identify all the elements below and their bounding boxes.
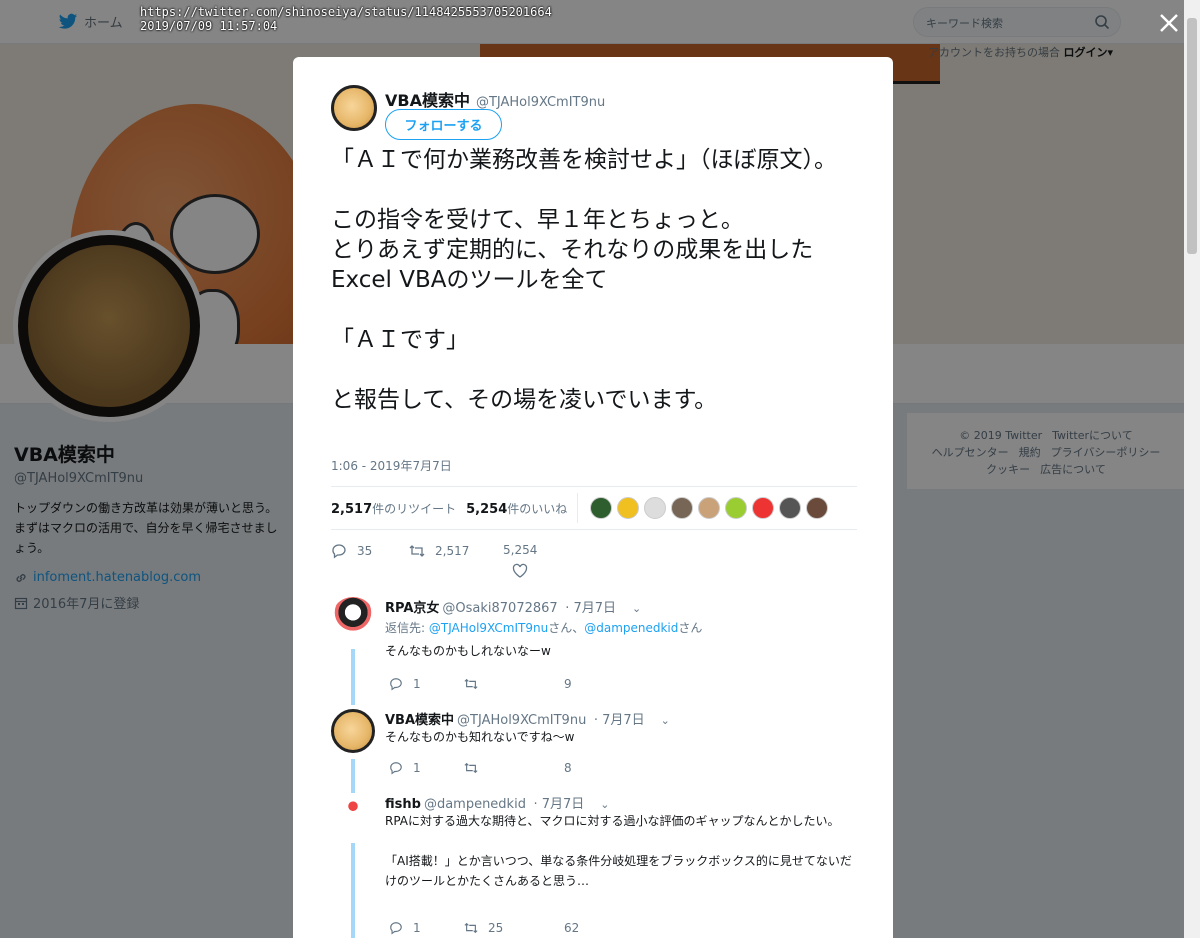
tweet-author-name[interactable]: VBA模索中 xyxy=(385,91,470,110)
chevron-down-icon[interactable]: ⌄ xyxy=(661,714,670,727)
like-count: 8 xyxy=(564,761,572,775)
reply-date[interactable]: · 7月7日 xyxy=(594,713,645,728)
reply-to-mention[interactable]: @TJAHol9XCmIT9nu xyxy=(429,621,548,635)
reply-to-prefix: 返信先: xyxy=(385,621,429,635)
likes-label: 件のいいね xyxy=(507,501,568,516)
reply-count: 35 xyxy=(357,544,373,558)
liker-avatar[interactable] xyxy=(806,497,829,519)
scrollbar-thumb[interactable] xyxy=(1187,18,1197,254)
reply-author-avatar[interactable] xyxy=(331,709,375,753)
tweet-stats: 2,517件のリツイート 5,254件のいいね xyxy=(331,486,857,530)
retweets-count: 2,517 xyxy=(331,501,373,517)
likes-stat[interactable]: 5,254件のいいね xyxy=(466,500,567,517)
retweets-stat[interactable]: 2,517件のリツイート xyxy=(331,500,456,517)
reply-author-name[interactable]: fishb xyxy=(385,797,421,812)
reply-action[interactable]: 1 xyxy=(389,761,421,775)
reply-to-mention[interactable]: @dampenedkid xyxy=(584,621,678,635)
thread-line xyxy=(351,759,355,793)
reply-action[interactable]: 1 xyxy=(389,921,421,935)
reply-text: そんなものかもしれないなーw xyxy=(385,644,551,658)
reply-author-avatar[interactable] xyxy=(331,597,375,641)
liker-avatar[interactable] xyxy=(725,497,748,519)
reply-actions: 1 8 xyxy=(389,761,609,791)
reply-date[interactable]: · 7月7日 xyxy=(565,601,616,616)
close-icon[interactable] xyxy=(1156,10,1182,36)
like-action[interactable]: 8 xyxy=(564,761,572,775)
reply-icon xyxy=(390,678,402,691)
reply-to-mid: さん、 xyxy=(548,621,585,635)
retweet-count: 2,517 xyxy=(435,544,470,558)
retweet-icon xyxy=(409,545,425,557)
like-action[interactable]: 62 xyxy=(564,921,579,935)
chevron-down-icon[interactable]: ⌄ xyxy=(600,798,609,811)
reply-text: そんなものかも知れないですね～w xyxy=(385,730,575,744)
reply-actions: 1 25 62 xyxy=(389,921,609,938)
retweet-icon xyxy=(464,922,478,934)
reply-action[interactable]: 35 xyxy=(331,543,372,559)
liker-avatar[interactable] xyxy=(617,497,640,519)
thread-line xyxy=(351,843,355,938)
tweet-actions: 35 2,517 5,254 xyxy=(331,543,631,593)
liker-avatar[interactable] xyxy=(698,497,721,519)
likes-count: 5,254 xyxy=(466,501,508,517)
tweet-modal: VBA模索中 @TJAHol9XCmIT9nu フォローする 「ＡＩで何か業務改善… xyxy=(293,57,893,938)
reply-icon xyxy=(390,762,402,775)
liker-avatar[interactable] xyxy=(644,497,667,519)
reply-author-handle[interactable]: @TJAHol9XCmIT9nu xyxy=(457,713,586,728)
retweet-action[interactable] xyxy=(464,761,478,775)
page-scrollbar[interactable] xyxy=(1184,0,1200,938)
reply-text: RPAに対する過大な期待と、マクロに対する過小な評価のギャップなんとかしたい。 … xyxy=(385,814,852,888)
reply-author-name[interactable]: VBA模索中 xyxy=(385,713,454,728)
like-action[interactable]: 9 xyxy=(564,677,572,691)
retweet-action[interactable]: 2,517 xyxy=(409,543,469,559)
tweet-text: 「ＡＩで何か業務改善を検討せよ」（ほぼ原文）。 この指令を受けて、早１年とちょっ… xyxy=(331,147,837,413)
capture-url-overlay: https://twitter.com/shinoseiya/status/11… xyxy=(140,5,552,33)
reply-to-line: 返信先: @TJAHol9XCmIT9nuさん、@dampenedkidさん xyxy=(385,619,702,636)
liker-avatar[interactable] xyxy=(590,497,613,519)
tweet-author-avatar[interactable] xyxy=(331,85,377,131)
retweet-icon xyxy=(464,762,478,774)
follow-button[interactable]: フォローする xyxy=(385,109,502,140)
heart-icon xyxy=(513,563,528,578)
tweet-timestamp[interactable]: 1:06 - 2019年7月7日 xyxy=(331,457,452,474)
retweets-label: 件のリツイート xyxy=(372,501,457,516)
reply-author-handle[interactable]: @Osaki87072867 xyxy=(442,601,557,616)
reply-author-name[interactable]: RPA京女 xyxy=(385,601,439,616)
capture-datetime: 2019/07/09 11:57:04 xyxy=(140,19,278,33)
reply-author-handle[interactable]: @dampenedkid xyxy=(424,797,526,812)
like-action[interactable]: 5,254 xyxy=(503,543,537,579)
reply-count: 1 xyxy=(413,761,421,775)
reply-icon xyxy=(390,922,402,935)
reply-author[interactable]: RPA京女 @Osaki87072867 · 7月7日 ⌄ xyxy=(385,597,641,616)
liker-avatar[interactable] xyxy=(779,497,802,519)
reply-count: 1 xyxy=(413,677,421,691)
reply-count: 1 xyxy=(413,921,421,935)
reply-date[interactable]: · 7月7日 xyxy=(533,797,584,812)
reply-to-suffix: さん xyxy=(678,621,703,635)
liker-avatars xyxy=(590,497,829,519)
reply-icon xyxy=(332,544,346,559)
retweet-action[interactable] xyxy=(464,677,478,691)
like-count: 9 xyxy=(564,677,572,691)
tweet-author[interactable]: VBA模索中 @TJAHol9XCmIT9nu xyxy=(385,87,605,111)
reply-actions: 1 9 xyxy=(389,677,609,707)
reply-tweet[interactable]: RPA京女 @Osaki87072867 · 7月7日 ⌄ 返信先: @TJAHol… xyxy=(331,597,861,707)
reply-author[interactable]: VBA模索中 @TJAHol9XCmIT9nu · 7月7日 ⌄ xyxy=(385,709,670,728)
like-count: 62 xyxy=(564,921,580,935)
reply-author-avatar[interactable] xyxy=(331,793,375,837)
reply-action[interactable]: 1 xyxy=(389,677,421,691)
liker-avatar[interactable] xyxy=(671,497,694,519)
reply-tweet[interactable]: fishb @dampenedkid · 7月7日 ⌄ RPAに対する過大な期待と、… xyxy=(331,793,861,938)
tweet-author-handle[interactable]: @TJAHol9XCmIT9nu xyxy=(476,95,605,110)
retweet-count: 25 xyxy=(488,921,504,935)
liker-avatar[interactable] xyxy=(752,497,775,519)
thread-line xyxy=(351,649,355,705)
retweet-icon xyxy=(464,678,478,690)
reply-tweet[interactable]: VBA模索中 @TJAHol9XCmIT9nu · 7月7日 ⌄ そんなものかも知れ… xyxy=(331,709,861,795)
retweet-action[interactable]: 25 xyxy=(464,921,503,935)
reply-author[interactable]: fishb @dampenedkid · 7月7日 ⌄ xyxy=(385,793,610,812)
chevron-down-icon[interactable]: ⌄ xyxy=(632,602,641,615)
like-count: 5,254 xyxy=(503,543,538,557)
capture-url: https://twitter.com/shinoseiya/status/11… xyxy=(140,5,552,19)
